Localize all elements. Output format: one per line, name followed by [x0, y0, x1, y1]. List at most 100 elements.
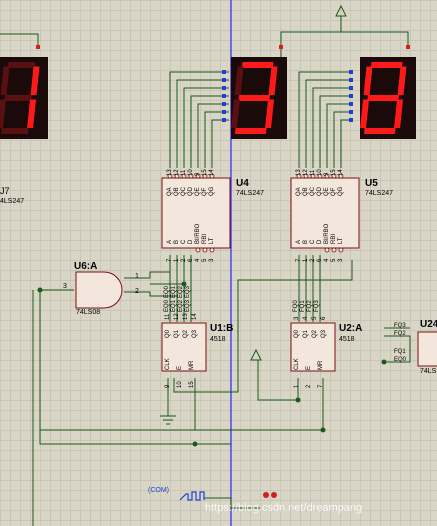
- segment-d: [363, 128, 396, 134]
- pin-label: C: [310, 239, 316, 244]
- pin-label: 10: [177, 381, 183, 388]
- pin-label: 12: [174, 169, 180, 176]
- pin-label: QB: [303, 187, 309, 196]
- pin-bubble: [324, 247, 330, 253]
- u24-type: 74LS: [420, 368, 437, 375]
- pin-label: 14: [209, 169, 215, 176]
- pin-label: Q1: [303, 329, 309, 338]
- pin-bubble: [202, 247, 208, 253]
- pin-label: Q1: [174, 329, 180, 338]
- wire-top-left: [0, 33, 39, 48]
- pin-label: Q2: [312, 329, 318, 338]
- pin-label: FQ1: [300, 300, 306, 312]
- pin-label: QB: [174, 187, 180, 196]
- pin-label: QC: [181, 187, 187, 196]
- pin-label: 6: [188, 258, 194, 262]
- pin-label: D: [188, 239, 194, 244]
- u5-ref: U5: [365, 178, 378, 189]
- pin-label: C: [181, 239, 187, 244]
- pin-label: EQ1: [171, 299, 177, 312]
- pin-label: Q3: [321, 329, 327, 338]
- pin-label: QC: [310, 187, 316, 196]
- pin-label: 4: [324, 258, 330, 262]
- wire-u5-qe: [326, 103, 352, 168]
- pin-label: 12: [174, 313, 180, 320]
- wires: [0, 16, 411, 526]
- pin-label: EQ3: [185, 285, 191, 298]
- u1b-ref: U1:B: [210, 323, 234, 334]
- u24-pin-3: EQ0: [394, 357, 407, 363]
- pin-label: EQ1: [171, 285, 177, 298]
- pin-label: 15: [331, 169, 337, 176]
- pin-label: 3: [338, 258, 344, 262]
- pin-label: QD: [188, 187, 194, 196]
- segment-g: [367, 95, 400, 101]
- u2a-ref: U2:A: [339, 323, 363, 334]
- u24-ref: U24: [420, 319, 437, 330]
- pin-label: BI/RBO: [324, 223, 330, 244]
- pin-label: 1: [303, 258, 309, 262]
- pin-label: Q0: [165, 329, 171, 338]
- pin-label: 1: [174, 258, 180, 262]
- u6a-pin-in1: 1: [135, 273, 139, 280]
- pin-label: 10: [317, 169, 323, 176]
- segment-a: [7, 62, 36, 68]
- display-middle: [231, 57, 287, 139]
- pin-label: QG: [209, 186, 215, 196]
- display-left: [0, 57, 48, 139]
- pin-label: 12: [303, 169, 309, 176]
- wire-and-in1: [124, 271, 170, 279]
- pin-label: QE: [324, 187, 330, 196]
- pin-label: 11: [181, 169, 187, 176]
- pin-label: FQ0: [293, 300, 299, 312]
- and-gate-u6a[interactable]: [75, 271, 123, 309]
- u5-type: 74LS247: [365, 190, 394, 197]
- u6a-type: 74LS08: [76, 309, 101, 316]
- u24-pin-1: FQ2: [394, 331, 406, 337]
- pin-label: D: [317, 239, 323, 244]
- schematic-canvas[interactable]: J7 4LS247 U4 74LS247 U5 74LS247 U6:A 74L…: [0, 0, 437, 526]
- pin-label: A: [296, 239, 302, 244]
- pin-label: QD: [317, 187, 323, 196]
- wire-vcc-top: [280, 31, 409, 58]
- pin-label: 4: [195, 258, 201, 262]
- pin-label: 9: [165, 384, 171, 388]
- wire-u5-qg: [340, 119, 352, 168]
- u6a-ref: U6:A: [74, 261, 98, 272]
- pin-label: 5: [202, 258, 208, 262]
- pin-label: 7: [167, 258, 173, 262]
- u24-pin-0: FQ3: [394, 323, 406, 329]
- pin-label: B: [174, 239, 180, 244]
- pin-label: CLK: [165, 358, 171, 370]
- pin-label: 13: [296, 169, 302, 176]
- wire-u4-qg: [211, 119, 229, 168]
- pin-bubble: [331, 247, 337, 253]
- u4-type: 74LS247: [236, 190, 265, 197]
- pin-label: CLK: [294, 358, 300, 370]
- pin-bubble: [209, 247, 215, 253]
- probe-icon: [263, 492, 277, 498]
- pin-label: RBI: [202, 233, 208, 244]
- pin-label: 7: [318, 384, 324, 388]
- pin-label: 3: [294, 316, 300, 320]
- pin-label: RBI: [331, 233, 337, 244]
- pin-label: 6: [317, 258, 323, 262]
- pin-label: E: [177, 365, 183, 370]
- pin-label: QA: [296, 187, 302, 196]
- pin-label: MR: [189, 360, 195, 370]
- u7-label: J7: [0, 186, 10, 196]
- pin-label: 15: [189, 381, 195, 388]
- clock-label: (COM): [148, 487, 169, 494]
- u4-ref: U4: [236, 178, 249, 189]
- pin-label: QF: [202, 187, 208, 196]
- chip-u24[interactable]: [417, 331, 437, 367]
- pin-bubble: [195, 247, 201, 253]
- clock-icon: [179, 491, 205, 501]
- pin-label: 15: [202, 169, 208, 176]
- u24-pin-2: FQ1: [394, 349, 406, 355]
- pin-label: 5: [331, 258, 337, 262]
- u7-type: 4LS247: [0, 198, 25, 205]
- pin-label: MR: [318, 360, 324, 370]
- pin-label: QF: [331, 187, 337, 196]
- schematic-svg: [0, 0, 437, 526]
